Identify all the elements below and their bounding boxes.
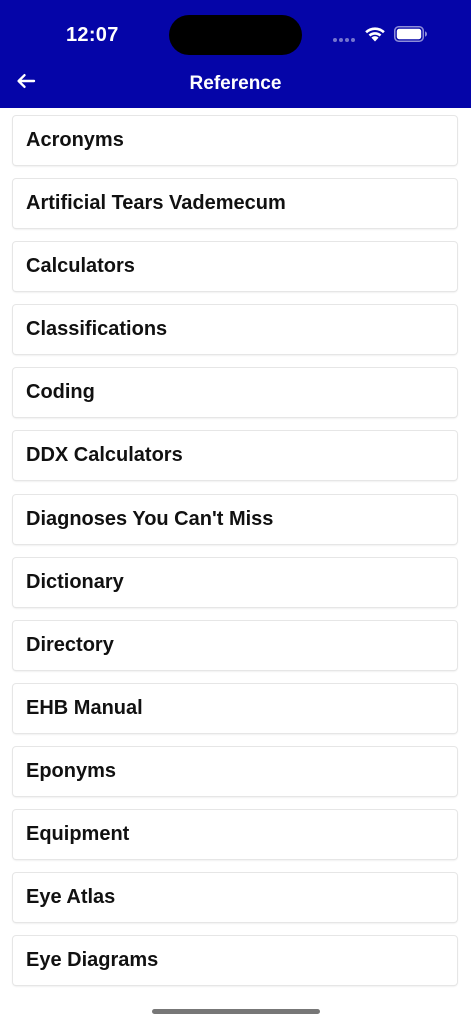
list-item-label: Acronyms (26, 129, 124, 151)
list-item-label: Dictionary (26, 571, 124, 593)
list-item-label: Equipment (26, 823, 130, 845)
wifi-icon (365, 27, 385, 42)
list-item-label: Eponyms (26, 760, 117, 782)
list-item-label: Diagnoses You Can't Miss (26, 508, 274, 530)
cellular-signal-icon (333, 38, 357, 42)
list-item-label: DDX Calculators (26, 444, 183, 466)
list-item-label: Calculators (26, 255, 135, 277)
list-item-dictionary[interactable]: Dictionary (13, 558, 457, 607)
page-title: Reference (189, 73, 282, 94)
list-item-label: EHB Manual (26, 697, 143, 719)
list-item-artificial-tears-vademecum[interactable]: Artificial Tears Vademecum (13, 179, 457, 228)
list-item-label: Eye Atlas (26, 886, 116, 908)
list-item-label: Coding (26, 381, 95, 403)
battery-icon (394, 26, 427, 42)
list-item-label: Classifications (26, 318, 168, 340)
list-item-eye-atlas[interactable]: Eye Atlas (13, 873, 457, 922)
list-item-eye-diagrams[interactable]: Eye Diagrams (13, 936, 457, 985)
list-item-calculators[interactable]: Calculators (13, 242, 457, 291)
list-item-ehb-manual[interactable]: EHB Manual (13, 684, 457, 733)
list-item-acronyms[interactable]: Acronyms (13, 116, 457, 165)
dynamic-island (169, 15, 302, 55)
header: 12:07 Reference (0, 0, 471, 108)
list-item-coding[interactable]: Coding (13, 368, 457, 417)
list-item-label: Directory (26, 634, 114, 656)
list-item-ddx-calculators[interactable]: DDX Calculators (13, 431, 457, 480)
list-item-directory[interactable]: Directory (13, 621, 457, 670)
status-time: 12:07 (66, 24, 119, 46)
reference-list: Acronyms Artificial Tears Vademecum Calc… (0, 108, 471, 988)
list-item-equipment[interactable]: Equipment (13, 810, 457, 859)
list-item-eponyms[interactable]: Eponyms (13, 747, 457, 796)
app-screen: 12:07 Reference Acronyms Artificial Tear (0, 0, 471, 1024)
list-item-diagnoses-you-cant-miss[interactable]: Diagnoses You Can't Miss (13, 495, 457, 544)
list-item-label: Artificial Tears Vademecum (26, 192, 286, 214)
home-indicator[interactable] (152, 1009, 320, 1014)
list-item-classifications[interactable]: Classifications (13, 305, 457, 354)
list-item-label: Eye Diagrams (26, 949, 159, 971)
